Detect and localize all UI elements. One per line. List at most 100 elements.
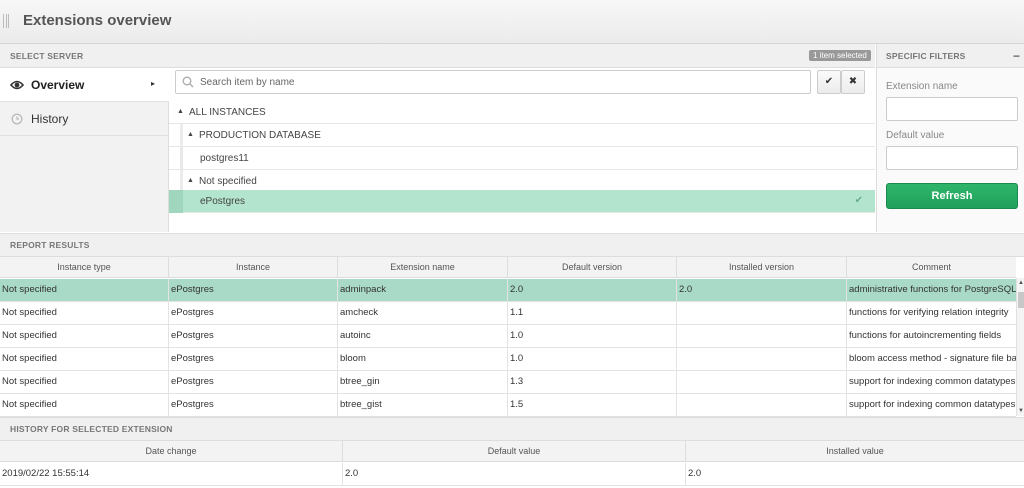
tree-node-production-database[interactable]: ▲ PRODUCTION DATABASE: [169, 124, 875, 147]
select-server-bar: [0, 44, 875, 68]
table-row[interactable]: Not specified ePostgres amcheck 1.1 function…: [0, 302, 1016, 325]
caret-up-icon[interactable]: ▲: [177, 108, 184, 115]
indent-guide: [169, 190, 183, 213]
column-header-installed-value[interactable]: Installed value: [686, 441, 1024, 462]
scrollbar-thumb[interactable]: [1018, 292, 1024, 308]
table-cell: autoinc: [338, 325, 508, 347]
default-value-field[interactable]: [886, 146, 1018, 170]
collapse-filters-button[interactable]: −: [1013, 49, 1020, 63]
table-cell: Not specified: [0, 302, 169, 324]
clear-selection-button[interactable]: ✖: [841, 70, 865, 94]
table-cell: ePostgres: [169, 302, 338, 324]
table-cell: 2.0: [508, 279, 677, 301]
column-header-default-value[interactable]: Default value: [343, 441, 686, 462]
tree-node-label: PRODUCTION DATABASE: [199, 130, 321, 141]
sidebar-item-label: History: [31, 112, 69, 126]
check-icon: ✔: [854, 195, 863, 206]
column-header-instance-type[interactable]: Instance type: [0, 257, 169, 278]
tree-node-label: postgres11: [200, 153, 249, 164]
caret-up-icon[interactable]: ▲: [187, 177, 194, 184]
column-header-date-change[interactable]: Date change: [0, 441, 343, 462]
scroll-down-icon[interactable]: ▼: [1018, 408, 1024, 414]
table-cell: administrative functions for PostgreSQL: [849, 284, 1016, 295]
sidebar-item-label: Overview: [31, 78, 85, 92]
table-cell: 1.3: [508, 371, 677, 393]
table-cell: 2.0: [677, 279, 847, 301]
tree-node-epostgres[interactable]: ePostgres ✔: [169, 190, 875, 213]
sidebar-item-overview[interactable]: Overview ▸: [0, 68, 169, 102]
tree-node-label: ePostgres: [200, 196, 246, 207]
refresh-button[interactable]: Refresh: [886, 183, 1018, 209]
table-cell: functions for verifying relation integri…: [849, 307, 1009, 318]
table-cell: functions for autoincrementing fields: [849, 330, 1002, 341]
eye-icon: [10, 80, 24, 90]
table-cell: 1.5: [508, 394, 677, 416]
table-cell: support for indexing common datatypes in…: [849, 399, 1016, 410]
select-all-button[interactable]: ✔: [817, 70, 841, 94]
close-icon: ✖: [848, 76, 858, 87]
table-cell: adminpack: [338, 279, 508, 301]
table-cell: [677, 371, 847, 393]
tree-node-label: Not specified: [199, 176, 257, 187]
column-header-default-version[interactable]: Default version: [508, 257, 677, 278]
grip-handle-icon[interactable]: [3, 14, 9, 28]
table-cell: 2.0: [343, 463, 686, 485]
extension-name-label: Extension name: [886, 81, 958, 92]
table-row[interactable]: Not specified ePostgres btree_gist 1.5 suppo…: [0, 394, 1016, 417]
table-cell: 1.0: [508, 348, 677, 370]
extension-name-field[interactable]: [886, 97, 1018, 121]
filters-label: SPECIFIC FILTERS: [886, 51, 966, 61]
table-cell: ePostgres: [169, 371, 338, 393]
chevron-right-icon: ▸: [150, 79, 155, 88]
default-value-label: Default value: [886, 130, 945, 141]
app-header: Extensions overview: [0, 0, 1024, 44]
scroll-up-icon[interactable]: ▲: [1018, 280, 1024, 286]
table-cell: bloom access method - signature file bas…: [849, 353, 1016, 364]
table-cell: ePostgres: [169, 348, 338, 370]
table-cell: ePostgres: [169, 325, 338, 347]
table-cell: [677, 348, 847, 370]
table-cell: Not specified: [0, 371, 169, 393]
report-results-bar: [0, 233, 1024, 257]
table-cell: ePostgres: [169, 279, 338, 301]
table-cell: Not specified: [0, 325, 169, 347]
caret-up-icon[interactable]: ▲: [187, 131, 194, 138]
table-cell: 2019/02/22 15:55:14: [0, 463, 343, 485]
table-cell: Not specified: [0, 348, 169, 370]
tree-node-all-instances[interactable]: ▲ ALL INSTANCES: [169, 101, 875, 124]
report-results-label: REPORT RESULTS: [10, 240, 90, 250]
history-icon: [11, 113, 23, 125]
table-row[interactable]: Not specified ePostgres autoinc 1.0 function…: [0, 325, 1016, 348]
table-cell: 1.1: [508, 302, 677, 324]
tree-node-postgres11[interactable]: postgres11: [169, 147, 875, 170]
table-row[interactable]: Not specified ePostgres bloom 1.0 bloom acce…: [0, 348, 1016, 371]
search-box[interactable]: [175, 70, 811, 94]
table-cell: [677, 325, 847, 347]
search-input[interactable]: [200, 73, 800, 91]
table-cell: bloom: [338, 348, 508, 370]
table-cell: [677, 302, 847, 324]
selection-count-badge: 1 item selected: [809, 50, 871, 61]
indent-guide: [180, 124, 183, 147]
table-cell: Not specified: [0, 394, 169, 416]
table-cell: 2.0: [688, 468, 702, 479]
history-table-header: Date change Default value Installed valu…: [0, 440, 1024, 462]
table-cell: 1.0: [508, 325, 677, 347]
sidebar-item-history[interactable]: History: [0, 102, 169, 136]
table-row[interactable]: Not specified ePostgres adminpack 2.0 2.0 adm…: [0, 279, 1016, 302]
report-scrollbar[interactable]: ▲ ▼: [1016, 278, 1024, 416]
table-cell: btree_gist: [338, 394, 508, 416]
search-icon: [182, 76, 194, 88]
table-cell: amcheck: [338, 302, 508, 324]
history-label: HISTORY FOR SELECTED EXTENSION: [10, 424, 173, 434]
column-header-instance[interactable]: Instance: [169, 257, 338, 278]
table-cell: Not specified: [0, 279, 169, 301]
column-header-extension-name[interactable]: Extension name: [338, 257, 508, 278]
column-header-comment[interactable]: Comment: [847, 257, 1016, 278]
column-header-installed-version[interactable]: Installed version: [677, 257, 847, 278]
tree-node-label: ALL INSTANCES: [189, 107, 266, 118]
table-row[interactable]: 2019/02/22 15:55:14 2.0 2.0: [0, 463, 1024, 486]
check-icon: ✔: [824, 76, 834, 87]
table-row[interactable]: Not specified ePostgres btree_gin 1.3 suppor…: [0, 371, 1016, 394]
page-title: Extensions overview: [23, 12, 172, 29]
